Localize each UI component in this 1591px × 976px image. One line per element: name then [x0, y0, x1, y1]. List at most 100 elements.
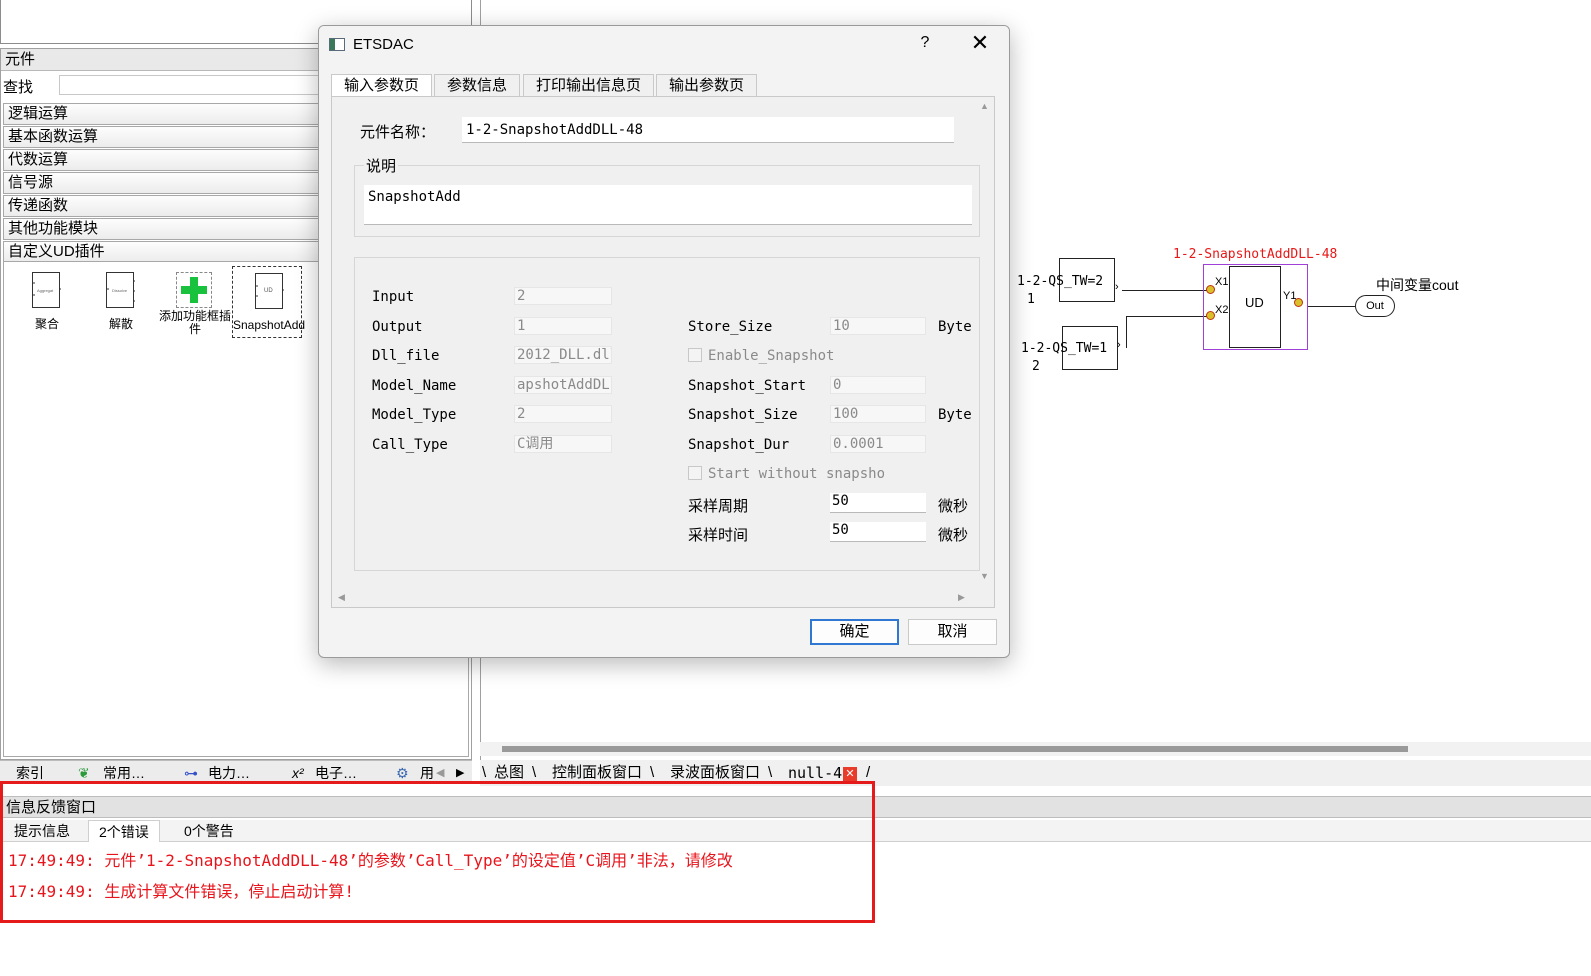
- source-block-2-index: 2: [1032, 359, 1040, 374]
- user-icon: ⚙: [396, 765, 409, 781]
- ud-block-label: UD: [1245, 295, 1264, 310]
- tab-control-panel[interactable]: 控制面板窗口: [552, 763, 642, 783]
- enable-snapshot-label: Enable_Snapshot: [708, 348, 835, 364]
- snapshot-size-label: Snapshot_Size: [688, 407, 798, 423]
- scroll-left-icon[interactable]: ◀: [436, 763, 444, 783]
- scroll-left-icon[interactable]: ◀: [338, 592, 345, 603]
- green-plus-icon: [176, 272, 212, 308]
- palette-bottom-tabs: 索引 ❦ 常用… ⊶ 电力… x² 电子… ⚙ 用 ◀ ▶: [0, 760, 472, 784]
- page-vscrollbar[interactable]: ▲ ▼: [978, 99, 992, 589]
- param-model-name-value: apshotAddDLL: [514, 376, 612, 394]
- scroll-down-icon[interactable]: ▼: [980, 571, 989, 581]
- document-tabs: \ 总图 \ 控制面板窗口 \ 录波面板窗口 \ null-4 ✕ /: [480, 760, 1591, 786]
- snapshot-start-value: 0: [830, 376, 926, 394]
- param-model-name-label: Model_Name: [372, 378, 457, 394]
- enable-snapshot-checkbox[interactable]: Enable_Snapshot: [688, 348, 834, 364]
- component-merge[interactable]: Aggregat 聚合: [10, 266, 84, 338]
- sample-period-input[interactable]: 50: [830, 493, 926, 513]
- component-label: 解散: [108, 317, 133, 331]
- svg-text:Aggregat: Aggregat: [37, 288, 54, 293]
- tab-recorder-panel[interactable]: 录波面板窗口: [670, 763, 760, 783]
- port-x2-label: X2: [1215, 304, 1229, 316]
- component-add-plugin[interactable]: 添加功能框插件: [158, 266, 232, 338]
- tab-common[interactable]: 常用…: [103, 763, 145, 783]
- checkbox-box[interactable]: [688, 466, 702, 480]
- source-block-2-label: 1-2-QS_TW=1: [1021, 341, 1108, 356]
- param-call-type-value: C调用: [514, 435, 612, 453]
- tab-param-info[interactable]: 参数信息: [434, 74, 521, 96]
- parameter-dialog: ETSDAC ? ✕ 输入参数页 参数信息 打印输出信息页 输出参数页 元件名称…: [318, 25, 1010, 658]
- param-output-value: 1: [514, 317, 612, 335]
- source-block-1-index: 1: [1027, 292, 1035, 307]
- tab-electronic[interactable]: 电子…: [315, 763, 357, 783]
- checkbox-box[interactable]: [688, 348, 702, 362]
- param-output-label: Output: [372, 319, 423, 335]
- tab-separator: \: [650, 764, 655, 781]
- component-snapshotadd[interactable]: UD SnapshotAdd: [232, 266, 306, 338]
- start-without-snapshot-label: Start without snapshot: [708, 466, 884, 482]
- tab-separator: \: [482, 764, 487, 781]
- wire: [1126, 316, 1207, 317]
- scroll-right-icon[interactable]: ▶: [456, 763, 464, 783]
- ok-button[interactable]: 确定: [810, 619, 899, 645]
- tab-index[interactable]: 索引: [16, 763, 44, 783]
- component-label: 添加功能框插件: [158, 309, 231, 336]
- store-size-label: Store_Size: [688, 319, 773, 335]
- tab-power[interactable]: 电力…: [208, 763, 250, 783]
- error-message: 17:49:49: 生成计算文件错误，停止启动计算!: [8, 882, 354, 901]
- tab-print-output[interactable]: 打印输出信息页: [523, 74, 655, 96]
- param-model-type-label: Model_Type: [372, 407, 457, 423]
- tab-null-4[interactable]: null-4: [788, 763, 843, 784]
- port-x1-icon[interactable]: [1206, 285, 1215, 294]
- tab-warnings[interactable]: 0个警告: [174, 820, 244, 842]
- element-name-input[interactable]: [462, 117, 954, 143]
- close-tab-icon[interactable]: ✕: [843, 767, 857, 781]
- tab-user[interactable]: 用: [420, 763, 434, 783]
- output-terminal[interactable]: Out: [1355, 295, 1395, 317]
- merge-block-icon: Aggregat: [27, 272, 67, 308]
- wire: [1307, 306, 1355, 307]
- component-label: 聚合: [34, 317, 59, 331]
- param-call-type-label: Call_Type: [372, 437, 448, 453]
- element-name-label: 元件名称：: [360, 124, 436, 141]
- param-input-value: 2: [514, 287, 612, 305]
- tab-info[interactable]: 提示信息: [4, 820, 80, 842]
- port-x2-icon[interactable]: [1206, 311, 1215, 320]
- message-window-title: 信息反馈窗口: [0, 796, 1591, 818]
- param-dll-file-label: Dll_file: [372, 348, 440, 364]
- close-icon[interactable]: ✕: [967, 30, 993, 56]
- snapshot-dur-label: Snapshot_Dur: [688, 437, 790, 453]
- sample-time-input[interactable]: 50: [830, 522, 926, 542]
- source-block-1-label: 1-2-QS_TW=2: [1017, 274, 1104, 289]
- snapshot-start-label: Snapshot_Start: [688, 378, 807, 394]
- scroll-up-icon[interactable]: ▲: [980, 101, 989, 111]
- cancel-button[interactable]: 取消: [908, 619, 997, 645]
- param-dll-file-value: 2012_DLL.dll: [514, 346, 612, 364]
- help-icon[interactable]: ?: [915, 34, 935, 52]
- tab-separator: \: [532, 764, 537, 781]
- tab-overview[interactable]: 总图: [494, 763, 524, 783]
- component-split[interactable]: Dissolve 解散: [84, 266, 158, 338]
- page-hscrollbar[interactable]: ◀ ▶: [334, 591, 974, 605]
- start-without-snapshot-checkbox[interactable]: Start without snapshot: [688, 466, 884, 482]
- dialog-titlebar[interactable]: ETSDAC ? ✕: [319, 26, 1009, 64]
- tab-separator: /: [866, 764, 871, 781]
- snapshot-dur-value: 0.0001: [830, 435, 926, 453]
- tab-input-params[interactable]: 输入参数页: [331, 74, 433, 96]
- tab-output-params[interactable]: 输出参数页: [656, 74, 758, 96]
- x-squared-icon: x²: [292, 765, 304, 781]
- tab-separator: \: [768, 764, 773, 781]
- split-block-icon: Dissolve: [101, 272, 141, 308]
- sample-time-unit: 微秒: [938, 527, 969, 544]
- description-input[interactable]: SnapshotAdd: [364, 185, 972, 225]
- dialog-title: ETSDAC: [353, 36, 414, 53]
- scrollbar-thumb[interactable]: [502, 746, 1408, 752]
- tab-errors[interactable]: 2个错误: [88, 820, 160, 842]
- scroll-right-icon[interactable]: ▶: [958, 592, 965, 603]
- ud-block-title: 1-2-SnapshotAddDLL-48: [1173, 247, 1338, 262]
- component-label: SnapshotAdd: [233, 318, 306, 332]
- wire: [1122, 290, 1207, 291]
- sample-time-label: 采样时间: [688, 527, 749, 544]
- canvas-hscrollbar[interactable]: [480, 742, 1591, 756]
- param-model-type-value: 2: [514, 405, 612, 423]
